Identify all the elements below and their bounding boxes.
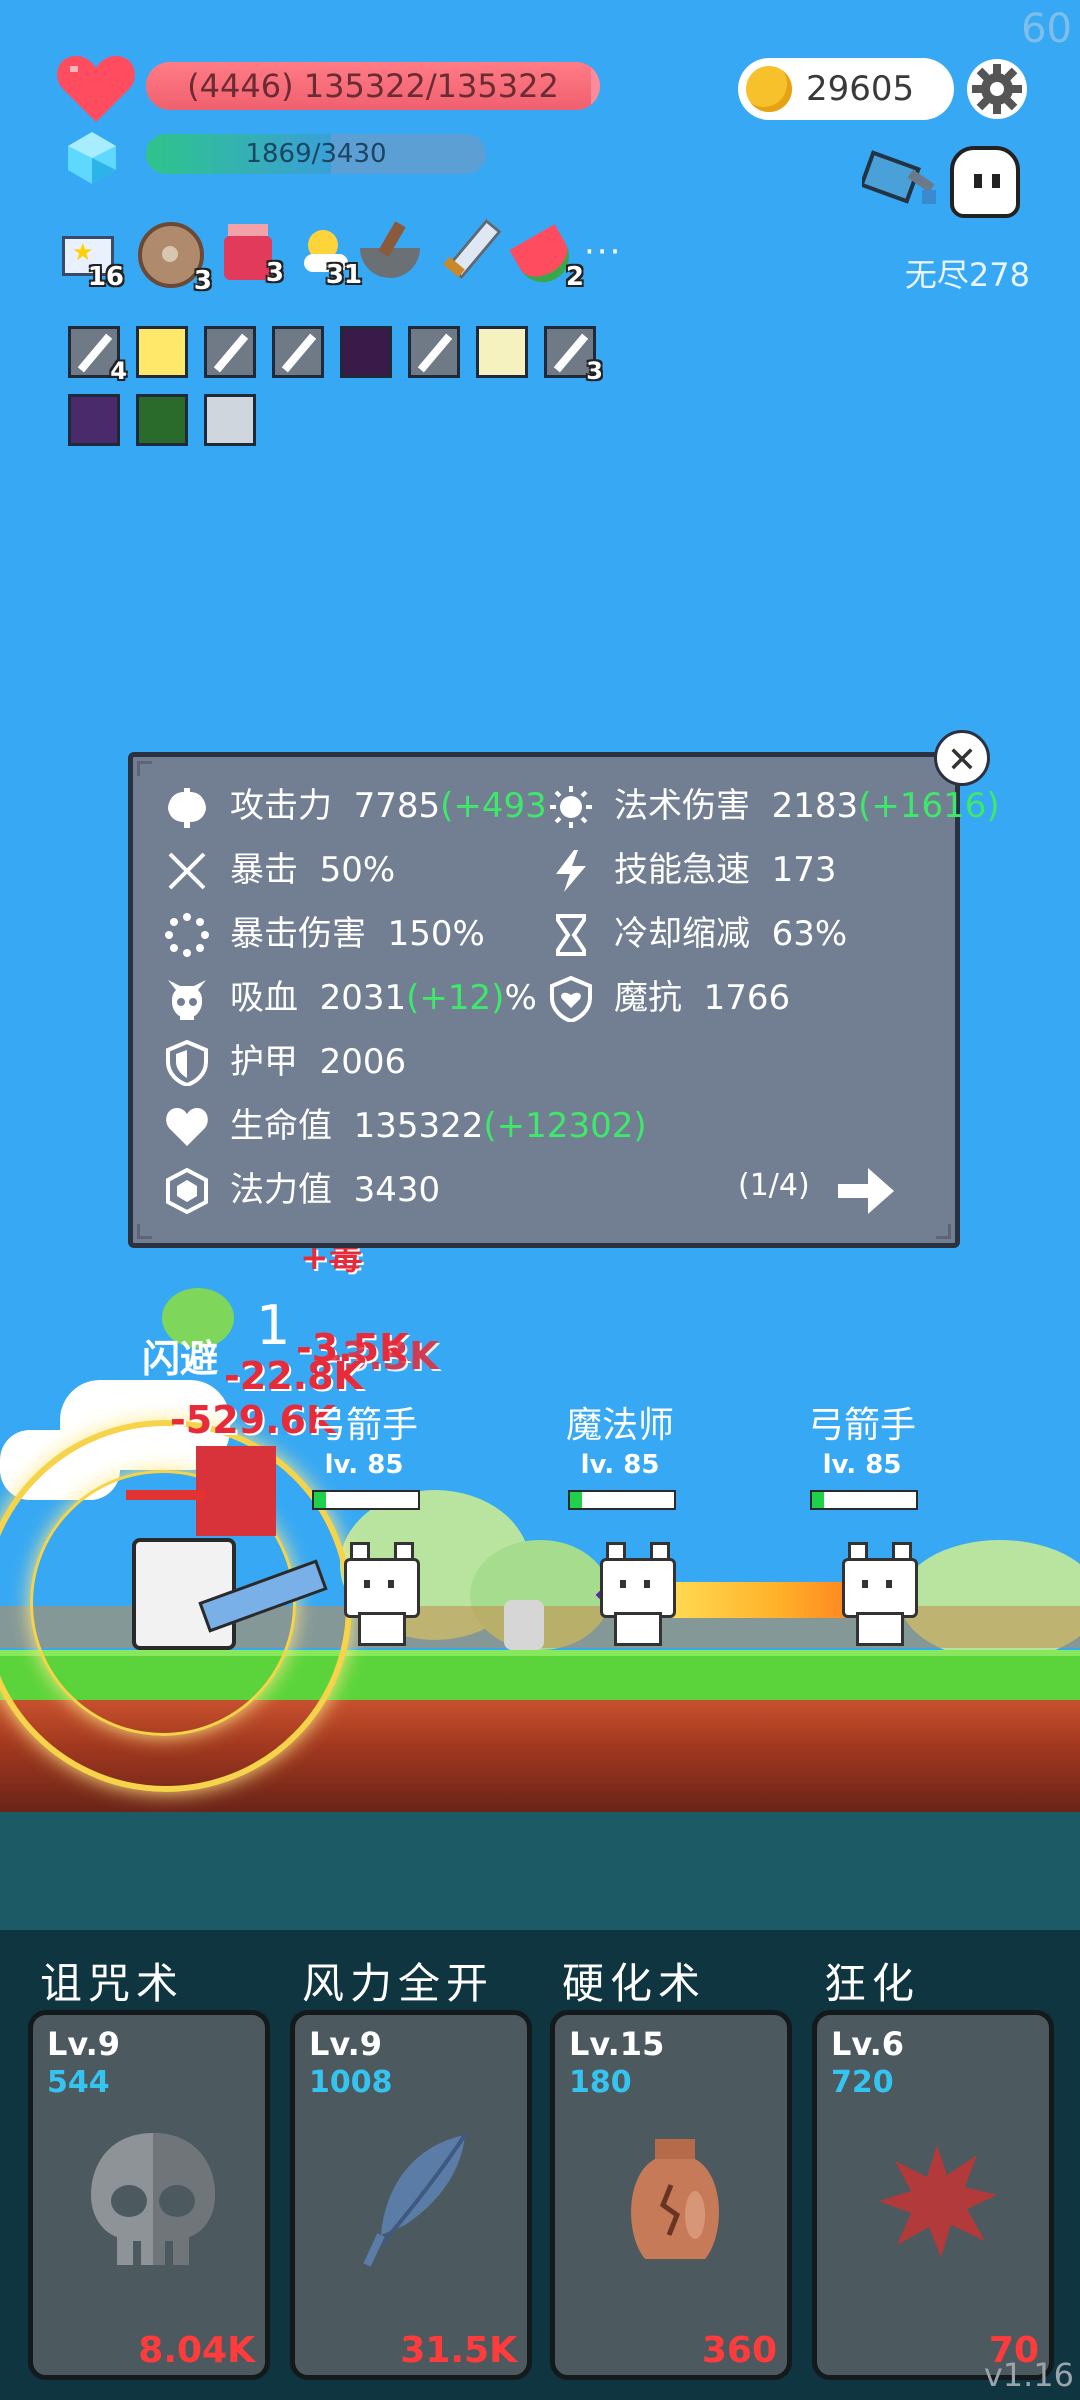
skill-name: 风力全开 (302, 1959, 495, 2008)
axe-stat-icon (168, 788, 206, 828)
sun-stat-icon (550, 786, 592, 828)
buff-count: 4 (110, 357, 127, 385)
dodge-text: 闪避 (142, 1337, 219, 1381)
skill-card[interactable]: Lv.9 1008 31.5K (290, 2010, 532, 2380)
skill-name: 诅咒术 (40, 1959, 185, 2008)
lightning-stat-icon (556, 850, 586, 892)
gold-value: 29605 (806, 69, 915, 109)
skill-level: Lv.6 (831, 2025, 905, 2063)
hero-banner (196, 1446, 276, 1536)
rock (504, 1600, 544, 1650)
river (0, 1812, 1080, 1932)
sword-icon[interactable] (436, 218, 504, 286)
skill-cost: 180 (569, 2065, 632, 2100)
cat-enemy[interactable] (600, 1542, 676, 1646)
mana-gem-icon (68, 132, 116, 184)
skill-name: 狂化 (824, 1959, 921, 2008)
ghost-icon[interactable] (950, 146, 1020, 218)
cat-enemy[interactable] (344, 1542, 420, 1646)
skill-value: 360 (701, 2330, 777, 2371)
enemy-level: lv. 85 (580, 1450, 660, 1480)
skill-cost: 720 (831, 2065, 894, 2100)
enemy-hp-bar (810, 1490, 918, 1510)
cat-enemy[interactable] (842, 1542, 918, 1646)
hp-text: (4446) 135322/135322 (187, 67, 559, 105)
horseshoe-buff-icon[interactable] (204, 394, 256, 446)
vase-icon (605, 2125, 745, 2275)
shield-icon[interactable]: 3 (138, 222, 212, 296)
crystal-stat-icon (166, 1168, 208, 1214)
heart-stat-icon (166, 1108, 208, 1146)
skull-stat-icon (168, 980, 206, 1020)
sword-buff-icon[interactable] (272, 326, 324, 378)
star-card-icon[interactable]: ★ 16 (60, 228, 124, 292)
enemy-hp-bar (568, 1490, 676, 1510)
skill-cost: 544 (47, 2065, 110, 2100)
armor-shield-stat-icon (166, 1040, 208, 1086)
skill-card[interactable]: Lv.6 720 70 (812, 2010, 1054, 2380)
demon-buff-icon[interactable] (68, 394, 120, 446)
enemy-hp-fill (570, 1492, 583, 1508)
enemy-hp-fill (314, 1492, 327, 1508)
gold-counter: 29605 (738, 58, 954, 120)
settings-gear-icon[interactable] (966, 58, 1028, 120)
buff-count: 3 (586, 357, 603, 385)
sun-cloud-icon[interactable]: 31 (298, 226, 362, 290)
sword-buff-icon[interactable]: 3 (544, 326, 603, 385)
hp-bar: (4446) 135322/135322 (146, 62, 600, 110)
enemy-hp-fill (812, 1492, 825, 1508)
version-label: v1.16 (983, 2356, 1074, 2394)
axe-icon[interactable] (862, 146, 944, 216)
dark-buff-icon[interactable] (340, 326, 392, 378)
skill-level: Lv.15 (569, 2025, 665, 2063)
damage-number: -22.8K (224, 1354, 363, 1398)
mortar-icon[interactable]: 1 (356, 221, 426, 288)
mana-bar: 1869/3430 (146, 134, 486, 174)
enemy-level: lv. 85 (324, 1450, 404, 1480)
bulb-buff-icon[interactable] (136, 326, 188, 378)
skull-icon (83, 2125, 223, 2275)
skill-level: Lv.9 (309, 2025, 383, 2063)
heart-icon (57, 56, 135, 122)
enemy-name: 弓箭手 (309, 1405, 418, 1446)
more-items-button[interactable]: ··· (584, 232, 622, 272)
crit-damage-stat-icon (165, 913, 209, 957)
enemy-name: 弓箭手 (807, 1405, 916, 1446)
sword-buff-icon[interactable]: 4 (68, 326, 127, 385)
page-indicator: (1/4) (738, 1168, 810, 1203)
fps-counter: 60 (1021, 6, 1072, 52)
splat-icon (867, 2125, 1007, 2275)
burst-buff-icon[interactable] (476, 326, 528, 378)
enemy-hp-bar (312, 1490, 420, 1510)
enemy-level: lv. 85 (822, 1450, 902, 1480)
rune-buff-icon[interactable] (136, 394, 188, 446)
skill-cost: 1008 (309, 2065, 393, 2100)
sword-buff-icon[interactable] (204, 326, 256, 378)
magic-shield-stat-icon (550, 976, 592, 1022)
hourglass-stat-icon (556, 914, 586, 956)
enemy-name: 魔法师 (565, 1405, 674, 1446)
skill-card[interactable]: Lv.9 544 8.04K (28, 2010, 270, 2380)
next-page-arrow-icon[interactable] (838, 1166, 896, 1216)
jam-jar-icon[interactable]: 3 (220, 224, 284, 288)
skill-name: 硬化术 (562, 1959, 707, 2008)
skill-value: 31.5K (400, 2330, 517, 2371)
skill-level: Lv.9 (47, 2025, 121, 2063)
crit-stat-icon (168, 852, 206, 890)
feather-icon (345, 2125, 485, 2275)
combo-counter: 1 (256, 1294, 291, 1357)
mana-text: 1869/3430 (245, 139, 387, 169)
watermelon-icon[interactable]: 2 (509, 224, 584, 292)
skill-value: 8.04K (138, 2330, 255, 2371)
endless-stage-label: 无尽278 (904, 256, 1030, 294)
skill-card[interactable]: Lv.15 180 360 (550, 2010, 792, 2380)
hero-hp-bar (126, 1490, 206, 1500)
coin-icon (746, 66, 792, 112)
sword-buff-icon[interactable] (408, 326, 460, 378)
